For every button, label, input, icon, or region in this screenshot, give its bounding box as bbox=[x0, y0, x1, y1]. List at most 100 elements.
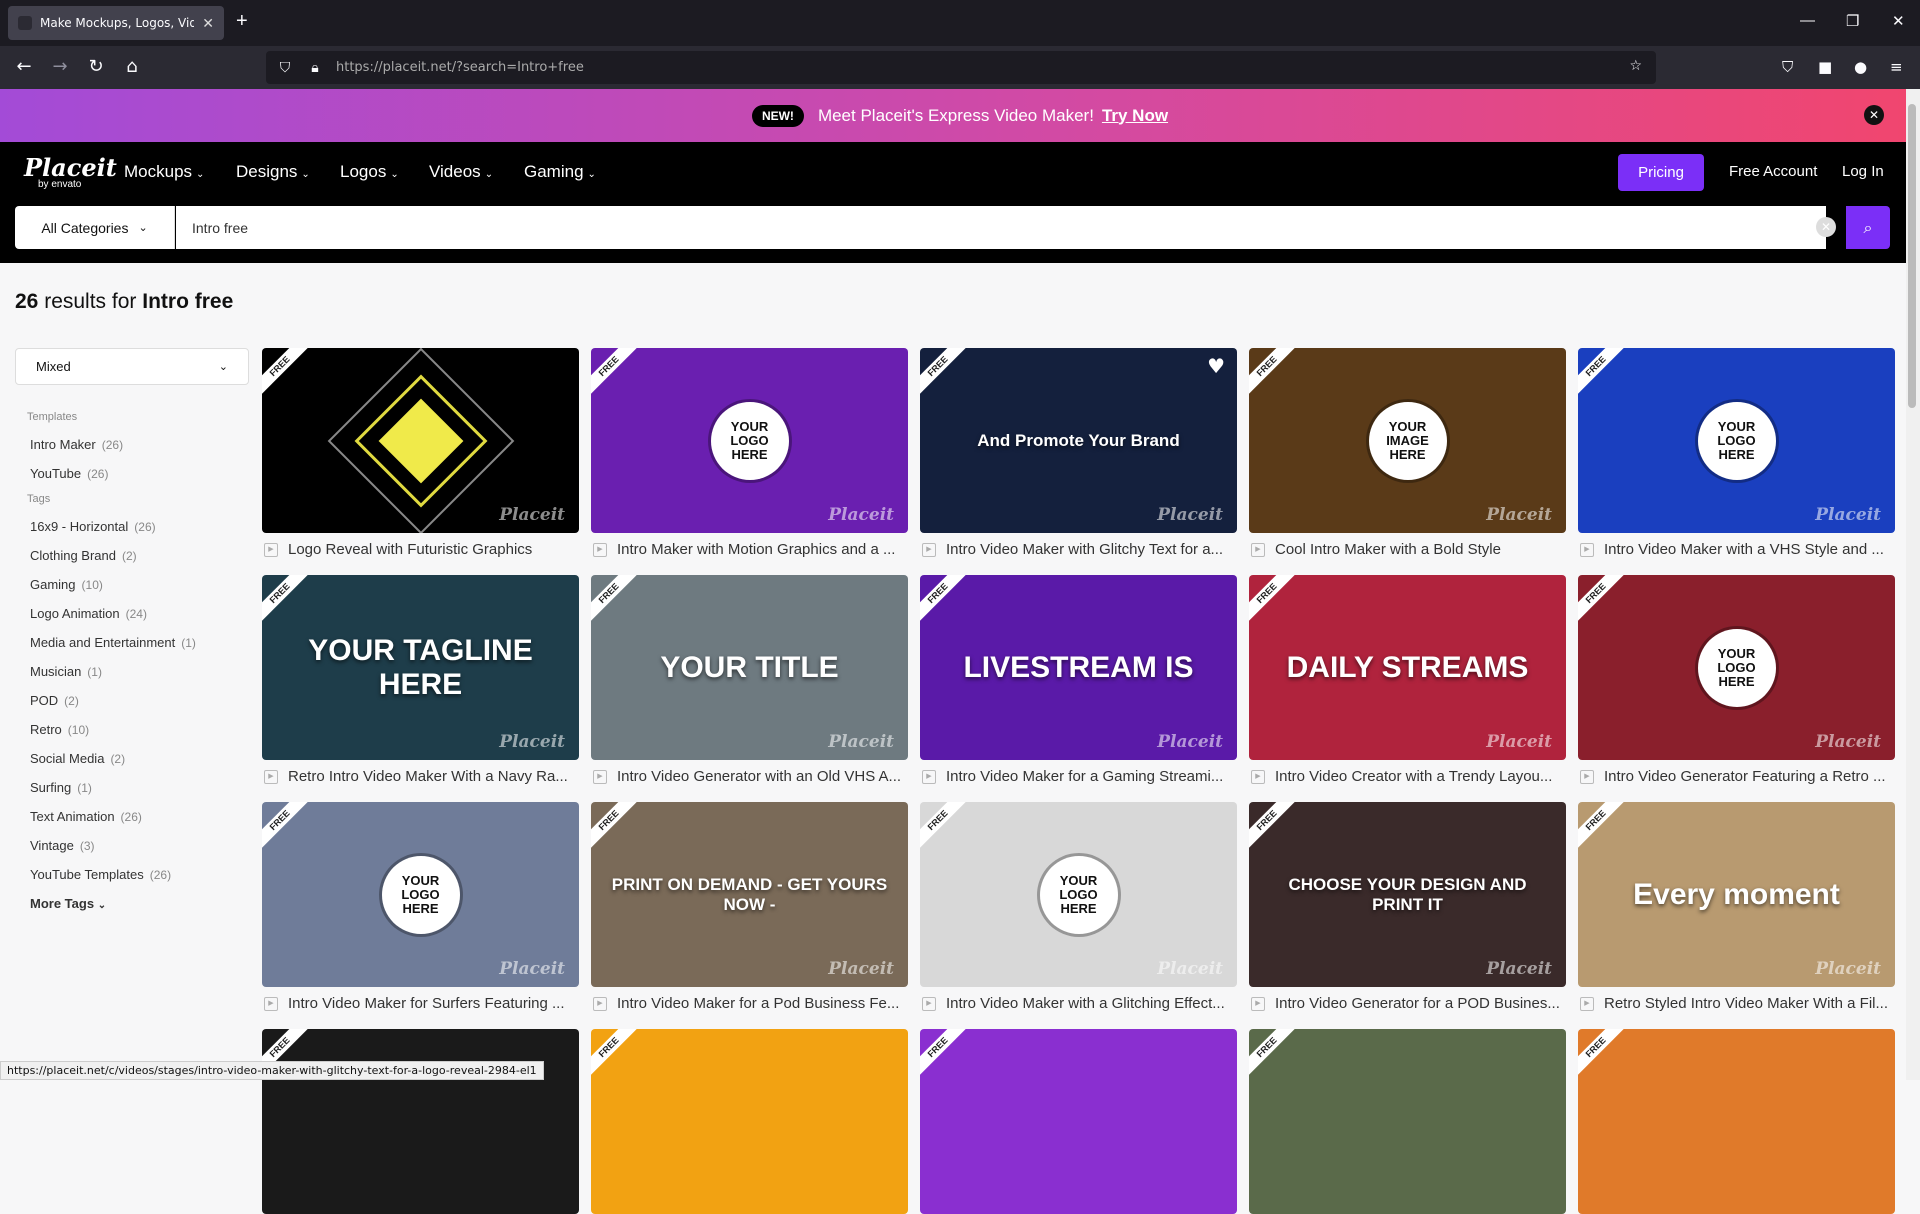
back-icon[interactable]: ← bbox=[12, 56, 36, 77]
tag-filter-item[interactable]: YouTube Templates (26) bbox=[30, 867, 251, 882]
template-card[interactable]: FREE DAILY STREAMS Placeit ▶ Intro Video Cre… bbox=[1249, 575, 1566, 785]
search-input[interactable] bbox=[176, 206, 1826, 249]
browser-tab[interactable]: Make Mockups, Logos, Videos ✕ bbox=[8, 6, 224, 40]
template-title[interactable]: Intro Video Generator for a POD Busines.… bbox=[1275, 995, 1560, 1012]
url-bar[interactable]: ⛉ 🔒︎ https://placeit.net/?search=Intro+f… bbox=[266, 51, 1656, 84]
profile-icon[interactable]: ● bbox=[1854, 58, 1867, 76]
template-caption[interactable]: ▶ Intro Video Generator with an Old VHS A… bbox=[591, 768, 908, 785]
template-title[interactable]: Intro Video Maker for a Pod Business Fe.… bbox=[617, 995, 899, 1012]
template-caption[interactable]: ▶ Cool Intro Maker with a Bold Style bbox=[1249, 541, 1566, 558]
tag-filter-item[interactable]: Text Animation (26) bbox=[30, 809, 251, 824]
template-caption[interactable]: ▶ Intro Maker with Motion Graphics and a … bbox=[591, 541, 908, 558]
placeit-logo[interactable]: Placeit by envato bbox=[24, 156, 117, 190]
template-thumbnail[interactable]: FREE LIVESTREAM IS Placeit bbox=[920, 575, 1237, 760]
template-card[interactable]: FREE CHOOSE YOUR DESIGN AND PRINT IT Place… bbox=[1249, 802, 1566, 1012]
template-thumbnail[interactable]: FREE And Promote Your Brand ♥ Placeit bbox=[920, 348, 1237, 533]
tag-filter-item[interactable]: Surfing (1) bbox=[30, 780, 251, 795]
template-thumbnail[interactable]: FREE YOUR LOGO HERE Placeit bbox=[1578, 348, 1895, 533]
extension-icon[interactable]: ■ bbox=[1818, 58, 1832, 76]
template-caption[interactable]: ▶ Intro Video Maker for a Pod Business Fe… bbox=[591, 995, 908, 1012]
close-window-icon[interactable]: ✕ bbox=[1892, 12, 1905, 30]
template-title[interactable]: Intro Video Maker for a Gaming Streami..… bbox=[946, 768, 1223, 785]
reload-icon[interactable]: ↻ bbox=[84, 56, 108, 77]
template-caption[interactable]: ▶ Retro Styled Intro Video Maker With a F… bbox=[1578, 995, 1895, 1012]
home-icon[interactable]: ⌂ bbox=[120, 56, 144, 77]
bookmark-star-icon[interactable]: ☆ bbox=[1629, 58, 1642, 74]
template-caption[interactable]: ▶ Intro Video Maker with a VHS Style and … bbox=[1578, 541, 1895, 558]
template-caption[interactable]: ▶ Intro Video Generator Featuring a Retro… bbox=[1578, 768, 1895, 785]
menu-gaming[interactable]: Gaming ⌄ bbox=[524, 162, 596, 182]
template-card[interactable]: FREE bbox=[262, 1029, 579, 1214]
template-filter-item[interactable]: Intro Maker (26) bbox=[30, 437, 251, 452]
favorite-heart-icon[interactable]: ♥ bbox=[1207, 354, 1225, 378]
tag-filter-item[interactable]: 16x9 - Horizontal (26) bbox=[30, 519, 251, 534]
more-tags-link[interactable]: More Tags ⌄ bbox=[30, 896, 251, 911]
template-title[interactable]: Intro Maker with Motion Graphics and a .… bbox=[617, 541, 895, 558]
template-thumbnail[interactable]: FREE bbox=[591, 1029, 908, 1214]
tag-filter-item[interactable]: Social Media (2) bbox=[30, 751, 251, 766]
template-caption[interactable]: ▶ Intro Video Generator for a POD Busines… bbox=[1249, 995, 1566, 1012]
template-card[interactable]: FREE bbox=[920, 1029, 1237, 1214]
template-thumbnail[interactable]: FREE YOUR TITLE Placeit bbox=[591, 575, 908, 760]
template-title[interactable]: Intro Video Generator Featuring a Retro … bbox=[1604, 768, 1886, 785]
template-thumbnail[interactable]: FREE YOUR LOGO HERE Placeit bbox=[1578, 575, 1895, 760]
template-caption[interactable]: ▶ Intro Video Creator with a Trendy Layou… bbox=[1249, 768, 1566, 785]
template-card[interactable]: FREE LIVESTREAM IS Placeit ▶ Intro Video Mak… bbox=[920, 575, 1237, 785]
template-card[interactable]: FREE YOUR TITLE Placeit ▶ Intro Video Genera… bbox=[591, 575, 908, 785]
template-title[interactable]: Intro Video Generator with an Old VHS A.… bbox=[617, 768, 901, 785]
sort-select[interactable]: Mixed ⌄ bbox=[15, 348, 249, 385]
template-card[interactable]: FREE YOUR LOGO HERE Placeit ▶ Intro Video Ma… bbox=[262, 802, 579, 1012]
template-thumbnail[interactable]: FREE YOUR LOGO HERE Placeit bbox=[920, 802, 1237, 987]
pocket-icon[interactable]: ⛉ bbox=[1782, 58, 1793, 76]
template-title[interactable]: Intro Video Maker with Glitchy Text for … bbox=[946, 541, 1223, 558]
template-thumbnail[interactable]: FREE bbox=[920, 1029, 1237, 1214]
lock-icon[interactable]: 🔒︎ bbox=[304, 60, 326, 76]
template-caption[interactable]: ▶ Intro Video Maker with a Glitching Effe… bbox=[920, 995, 1237, 1012]
close-banner-icon[interactable]: ✕ bbox=[1864, 105, 1884, 125]
free-account-link[interactable]: Free Account bbox=[1729, 163, 1817, 180]
template-thumbnail[interactable]: FREE YOUR TAGLINE HERE Placeit bbox=[262, 575, 579, 760]
template-card[interactable]: FREE YOUR IMAGE HERE Placeit ▶ Cool Intro Ma… bbox=[1249, 348, 1566, 558]
login-link[interactable]: Log In bbox=[1842, 163, 1884, 180]
template-title[interactable]: Retro Intro Video Maker With a Navy Ra..… bbox=[288, 768, 568, 785]
tag-filter-item[interactable]: Clothing Brand (2) bbox=[30, 548, 251, 563]
template-card[interactable]: FREE YOUR TAGLINE HERE Placeit ▶ Retro Intro… bbox=[262, 575, 579, 785]
template-card[interactable]: FREE bbox=[1578, 1029, 1895, 1214]
menu-mockups[interactable]: Mockups ⌄ bbox=[124, 162, 204, 182]
template-card[interactable]: FREE And Promote Your Brand ♥ Placeit ▶ Intro… bbox=[920, 348, 1237, 558]
template-caption[interactable]: ▶ Logo Reveal with Futuristic Graphics bbox=[262, 541, 579, 558]
shield-icon[interactable]: ⛉ bbox=[274, 60, 296, 76]
template-card[interactable]: FREE YOUR LOGO HERE Placeit ▶ Intro Maker wi… bbox=[591, 348, 908, 558]
menu-logos[interactable]: Logos ⌄ bbox=[340, 162, 399, 182]
close-tab-icon[interactable]: ✕ bbox=[202, 15, 214, 32]
pricing-button[interactable]: Pricing bbox=[1618, 154, 1704, 191]
try-now-link[interactable]: Try Now bbox=[1102, 106, 1168, 126]
restore-icon[interactable]: ❐ bbox=[1846, 12, 1859, 30]
menu-icon[interactable]: ≡ bbox=[1890, 58, 1903, 76]
forward-icon[interactable]: → bbox=[48, 56, 72, 77]
url-text[interactable]: https://placeit.net/?search=Intro+free bbox=[336, 60, 584, 75]
scrollbar-thumb[interactable] bbox=[1908, 104, 1916, 408]
template-thumbnail[interactable]: FREE YOUR LOGO HERE Placeit bbox=[262, 802, 579, 987]
template-title[interactable]: Intro Video Maker for Surfers Featuring … bbox=[288, 995, 565, 1012]
template-card[interactable]: FREE bbox=[591, 1029, 908, 1214]
tag-filter-item[interactable]: Media and Entertainment (1) bbox=[30, 635, 251, 650]
template-title[interactable]: Logo Reveal with Futuristic Graphics bbox=[288, 541, 532, 558]
search-button[interactable]: ⌕ bbox=[1846, 206, 1890, 249]
template-thumbnail[interactable]: FREE CHOOSE YOUR DESIGN AND PRINT IT Place… bbox=[1249, 802, 1566, 987]
template-title[interactable]: Intro Video Creator with a Trendy Layou.… bbox=[1275, 768, 1552, 785]
menu-videos[interactable]: Videos ⌄ bbox=[429, 162, 493, 182]
menu-designs[interactable]: Designs ⌄ bbox=[236, 162, 310, 182]
template-thumbnail[interactable]: FREE Placeit bbox=[262, 348, 579, 533]
tag-filter-item[interactable]: Musician (1) bbox=[30, 664, 251, 679]
template-title[interactable]: Intro Video Maker with a Glitching Effec… bbox=[946, 995, 1225, 1012]
tag-filter-item[interactable]: Gaming (10) bbox=[30, 577, 251, 592]
tag-filter-item[interactable]: Vintage (3) bbox=[30, 838, 251, 853]
template-card[interactable]: FREE Every moment Placeit ▶ Retro Styled Int… bbox=[1578, 802, 1895, 1012]
template-card[interactable]: FREE Placeit ▶ Logo Reveal with Futuristic … bbox=[262, 348, 579, 558]
template-thumbnail[interactable]: FREE bbox=[1249, 1029, 1566, 1214]
template-caption[interactable]: ▶ Intro Video Maker with Glitchy Text for… bbox=[920, 541, 1237, 558]
minimize-icon[interactable]: — bbox=[1800, 12, 1815, 29]
template-thumbnail[interactable]: FREE YOUR LOGO HERE Placeit bbox=[591, 348, 908, 533]
tag-filter-item[interactable]: Retro (10) bbox=[30, 722, 251, 737]
